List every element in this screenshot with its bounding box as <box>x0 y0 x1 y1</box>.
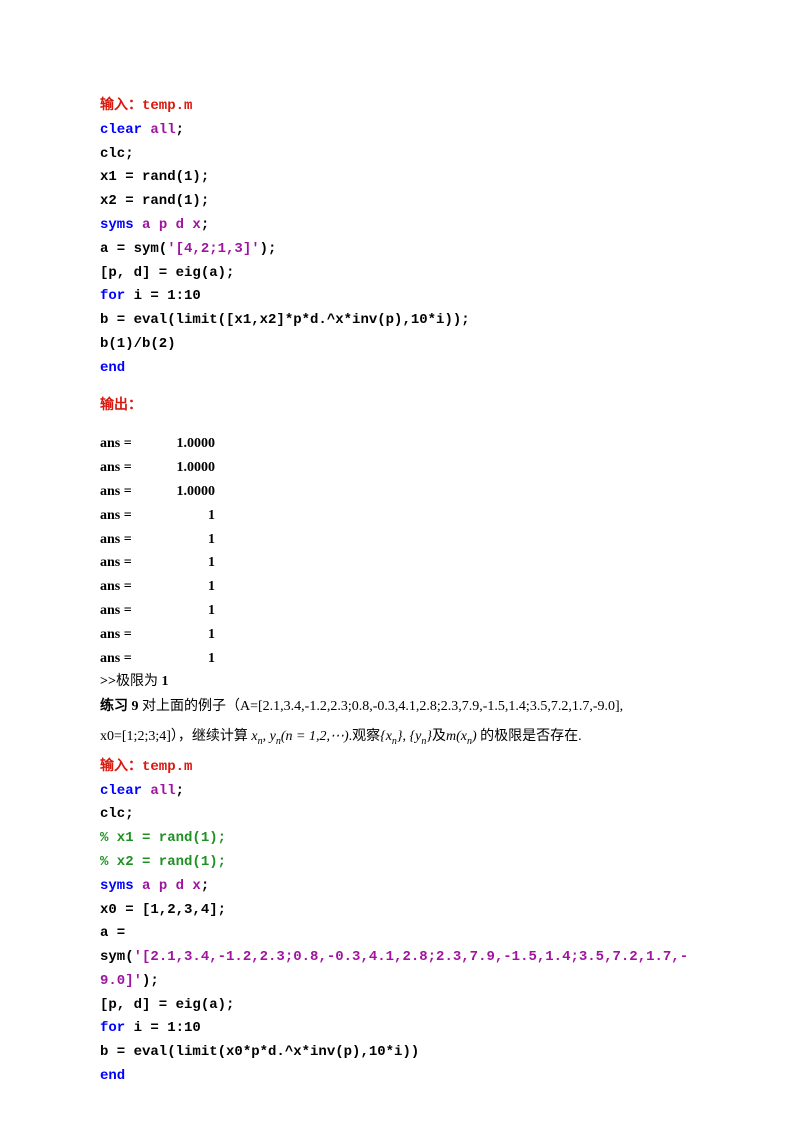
ans-block: ans =1.0000 ans =1.0000 ans =1.0000 ans … <box>100 432 700 670</box>
code2-line2: clc; <box>100 803 700 827</box>
code2-line5: syms a p d x; <box>100 875 700 899</box>
code2-line6: x0 = [1,2,3,4]; <box>100 899 700 923</box>
code1-line5: syms a p d x; <box>100 214 700 238</box>
code1-line4: x2 = rand(1); <box>100 190 700 214</box>
code1-line2: clc; <box>100 143 700 167</box>
ans-row: ans =1 <box>100 599 700 623</box>
exercise-line1: 练习 9 对上面的例子（A=[2.1,3.4,-1.2,2.3;0.8,-0.3… <box>100 695 700 719</box>
document-page: 输入：temp.m clear all; clc; x1 = rand(1); … <box>0 0 800 1139</box>
code1-line9: b = eval(limit([x1,x2]*p*d.^x*inv(p),10*… <box>100 309 700 333</box>
code1-line3: x1 = rand(1); <box>100 166 700 190</box>
ans-row: ans =1 <box>100 647 700 671</box>
ans-row: ans =1.0000 <box>100 456 700 480</box>
code2-line8: sym('[2.1,3.4,-1.2,2.3;0.8,-0.3,4.1,2.8;… <box>100 946 700 994</box>
ans-row: ans =1.0000 <box>100 480 700 504</box>
ans-row: ans =1.0000 <box>100 432 700 456</box>
code2-line9: [p, d] = eig(a); <box>100 994 700 1018</box>
exercise-line2: x0=[1;2;3;4]），继续计算 xn, yn(n = 1,2,⋯).观察{… <box>100 725 700 750</box>
limit-line: >>极限为 1 <box>100 670 700 695</box>
output-header: 输出： <box>100 395 700 419</box>
input-filename: temp.m <box>142 98 192 114</box>
code2-line11: b = eval(limit(x0*p*d.^x*inv(p),10*i)) <box>100 1041 700 1065</box>
code2-line7: a = <box>100 922 700 946</box>
code2-line4: % x2 = rand(1); <box>100 851 700 875</box>
code1-line10: b(1)/b(2) <box>100 333 700 357</box>
input-header-1: 输入：temp.m <box>100 95 700 119</box>
code1-line11: end <box>100 357 700 381</box>
code2-line12: end <box>100 1065 700 1089</box>
code2-line10: for i = 1:10 <box>100 1017 700 1041</box>
code1-line1: clear all; <box>100 119 700 143</box>
code1-line7: [p, d] = eig(a); <box>100 262 700 286</box>
code1-line8: for i = 1:10 <box>100 285 700 309</box>
ans-row: ans =1 <box>100 551 700 575</box>
input-label: 输入： <box>100 98 142 114</box>
code1-line6: a = sym('[4,2;1,3]'); <box>100 238 700 262</box>
ans-row: ans =1 <box>100 623 700 647</box>
input-header-2: 输入：temp.m <box>100 756 700 780</box>
code2-line3: % x1 = rand(1); <box>100 827 700 851</box>
ans-row: ans =1 <box>100 528 700 552</box>
ans-row: ans =1 <box>100 504 700 528</box>
code2-line1: clear all; <box>100 780 700 804</box>
ans-row: ans =1 <box>100 575 700 599</box>
